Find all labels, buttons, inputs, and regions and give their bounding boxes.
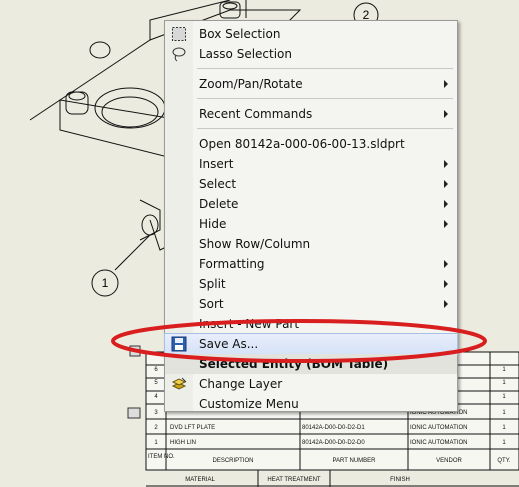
svg-text:DVD LFT PLATE: DVD LFT PLATE — [170, 425, 215, 431]
submenu-arrow-icon — [444, 200, 448, 208]
menu-item-delete[interactable]: Delete — [165, 194, 457, 214]
submenu-arrow-icon — [444, 220, 448, 228]
submenu-arrow-icon — [444, 160, 448, 168]
lasso-selection-icon — [171, 46, 187, 62]
svg-text:QTY.: QTY. — [497, 458, 511, 464]
menu-item-change-layer[interactable]: Change Layer — [165, 374, 457, 394]
menu-item-lasso-selection[interactable]: Lasso Selection — [165, 44, 457, 64]
menu-item-sort[interactable]: Sort — [165, 294, 457, 314]
svg-text:HEAT TREATMENT: HEAT TREATMENT — [267, 477, 321, 483]
menu-item-insert-new-part[interactable]: Insert - New Part — [165, 314, 457, 334]
svg-text:MATERIAL: MATERIAL — [185, 477, 215, 483]
save-icon — [171, 336, 187, 352]
svg-text:IONIC AUTOMATION: IONIC AUTOMATION — [410, 425, 467, 431]
context-menu: Box Selection Lasso Selection Zoom/Pan/R… — [164, 20, 458, 412]
svg-text:HIGH LIN: HIGH LIN — [170, 440, 196, 446]
svg-text:ITEM NO.: ITEM NO. — [148, 454, 175, 460]
submenu-arrow-icon — [444, 280, 448, 288]
table-resize-handle[interactable] — [127, 407, 141, 419]
menu-item-zoom-pan-rotate[interactable]: Zoom/Pan/Rotate — [165, 74, 457, 94]
menu-item-hide[interactable]: Hide — [165, 214, 457, 234]
svg-text:PART NUMBER: PART NUMBER — [332, 458, 376, 464]
submenu-arrow-icon — [444, 260, 448, 268]
svg-text:IONIC AUTOMATION: IONIC AUTOMATION — [410, 440, 467, 446]
menu-item-formatting[interactable]: Formatting — [165, 254, 457, 274]
submenu-arrow-icon — [444, 180, 448, 188]
box-selection-icon — [171, 26, 187, 42]
submenu-arrow-icon — [444, 110, 448, 118]
layers-icon — [171, 376, 187, 392]
svg-text:DESCRIPTION: DESCRIPTION — [212, 458, 253, 464]
menu-item-show-row-column[interactable]: Show Row/Column — [165, 234, 457, 254]
svg-text:FINISH: FINISH — [390, 477, 410, 483]
menu-item-label: Lasso Selection — [199, 47, 292, 61]
menu-item-insert[interactable]: Insert — [165, 154, 457, 174]
menu-item-recent-commands[interactable]: Recent Commands — [165, 104, 457, 124]
table-move-handle[interactable] — [129, 345, 141, 357]
menu-item-customize-menu[interactable]: Customize Menu — [165, 394, 457, 414]
menu-item-label: Box Selection — [199, 27, 281, 41]
menu-separator — [197, 98, 453, 99]
menu-item-split[interactable]: Split — [165, 274, 457, 294]
menu-item-select[interactable]: Select — [165, 174, 457, 194]
balloon-1-label: 1 — [102, 276, 109, 290]
menu-separator — [197, 68, 453, 69]
svg-text:80142A-D00-D0-D2-D1: 80142A-D00-D0-D2-D1 — [302, 425, 365, 431]
menu-item-save-as[interactable]: Save As... — [164, 333, 458, 355]
svg-text:80142A-D00-D0-D2-D0: 80142A-D00-D0-D2-D0 — [302, 440, 365, 446]
menu-separator — [197, 128, 453, 129]
menu-item-box-selection[interactable]: Box Selection — [165, 24, 457, 44]
svg-text:VENDOR: VENDOR — [436, 458, 462, 464]
submenu-arrow-icon — [444, 300, 448, 308]
menu-section-header: Selected Entity (BOM Table) — [165, 354, 457, 374]
submenu-arrow-icon — [444, 80, 448, 88]
menu-item-open-part[interactable]: Open 80142a-000-06-00-13.sldprt — [165, 134, 457, 154]
